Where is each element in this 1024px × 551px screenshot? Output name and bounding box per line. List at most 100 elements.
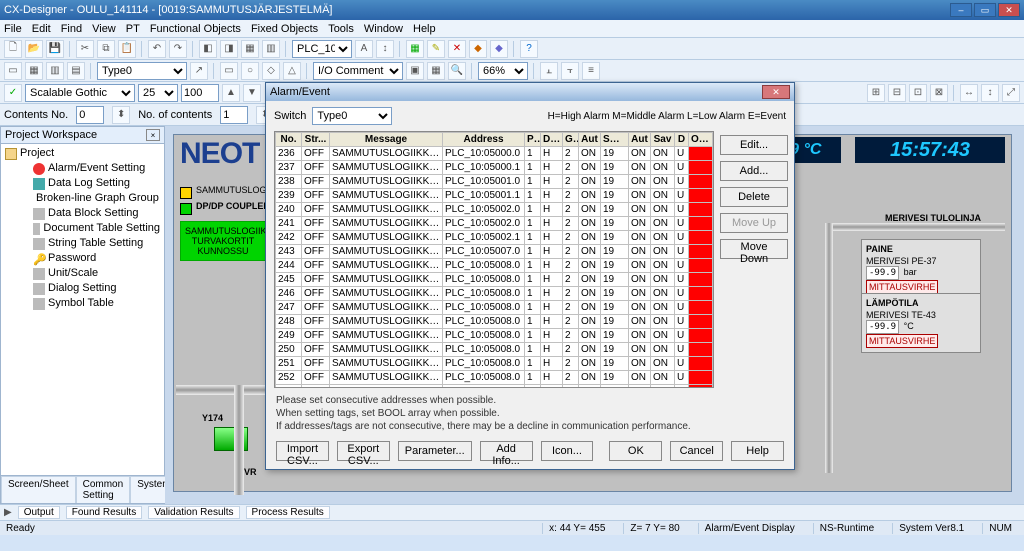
tb-help-icon[interactable]: ? (520, 40, 538, 58)
table-row[interactable]: 239OFFSAMMUTUSLOGIIKKA, HÄIRIÖ Y173PLC_1… (276, 189, 713, 203)
tree-symbol[interactable]: Symbol Table (33, 296, 160, 311)
tb-rect-icon[interactable]: ▭ (4, 62, 22, 80)
table-row[interactable]: 243OFFSAMMUTUSLOGIIKKA, TURVAKORTILLA VI… (276, 245, 713, 259)
col-header[interactable]: Aut (579, 133, 601, 147)
zoom-combo[interactable]: 66% (478, 62, 528, 80)
tab-output[interactable]: Output (18, 506, 60, 519)
col-header[interactable]: Address (443, 133, 525, 147)
iocomment-combo[interactable]: I/O Comment (313, 62, 403, 80)
tb-orange-icon[interactable]: ◆ (469, 40, 487, 58)
tb-ra2-icon[interactable]: ⊟ (888, 84, 906, 102)
alarm-table-wrap[interactable]: No.Str...MessageAddressPriDisplGrAutSwit… (274, 131, 714, 388)
tb-spin-up-icon[interactable]: ▲ (222, 84, 240, 102)
table-row[interactable]: 250OFFSAMMUTUSLOGIIKKA, KIINNIRAJA HÄIRI… (276, 343, 713, 357)
add-button[interactable]: Add... (720, 161, 788, 181)
contents-no-input[interactable] (76, 106, 104, 124)
tb-undo-icon[interactable]: ↶ (148, 40, 166, 58)
tb-spin-down-icon[interactable]: ▼ (243, 84, 261, 102)
menu-pt[interactable]: PT (126, 23, 140, 35)
table-row[interactable]: 248OFFSAMMUTUSLOGIIKKA, KIINNIRAJA HÄIRI… (276, 315, 713, 329)
help-button[interactable]: Help (731, 441, 784, 461)
tb-ra3-icon[interactable]: ⊡ (909, 84, 927, 102)
switch-combo[interactable]: Type0 (312, 107, 392, 125)
col-header[interactable]: Pri (525, 133, 541, 147)
tb-redo-icon[interactable]: ↷ (169, 40, 187, 58)
tb-ra1-icon[interactable]: ⊞ (867, 84, 885, 102)
col-header[interactable]: Message (330, 133, 443, 147)
pw-tab-common[interactable]: Common Setting (76, 476, 131, 503)
tb-purple-icon[interactable]: ◆ (490, 40, 508, 58)
tb-arrow-icon[interactable]: ↗ (190, 62, 208, 80)
addinfo-button[interactable]: Add Info... (480, 441, 533, 461)
col-header[interactable]: Displ (541, 133, 563, 147)
ok-button[interactable]: OK (609, 441, 662, 461)
table-row[interactable]: 237OFFSAMMUTUSLOGIIKKA, HÄIRIÖ Y171PLC_1… (276, 161, 713, 175)
tb-yellow-icon[interactable]: ✎ (427, 40, 445, 58)
tb-grid3-icon[interactable]: ▤ (67, 62, 85, 80)
dialog-close-button[interactable]: ✕ (762, 85, 790, 99)
table-row[interactable]: 238OFFSAMMUTUSLOGIIKKA, HÄIRIÖ Y172PLC_1… (276, 175, 713, 189)
tree-alarm-event[interactable]: Alarm/Event Setting (33, 161, 160, 176)
menu-view[interactable]: View (92, 23, 116, 35)
gridsize-input[interactable] (181, 84, 219, 102)
plc-combo[interactable]: PLC_10 (292, 40, 352, 58)
tree-doctable[interactable]: Document Table Setting (33, 221, 160, 236)
tb-copy-icon[interactable]: ⧉ (97, 40, 115, 58)
menu-tools[interactable]: Tools (328, 23, 354, 35)
menu-find[interactable]: Find (61, 23, 82, 35)
tree-datablock[interactable]: Data Block Setting (33, 206, 160, 221)
tb-save-icon[interactable]: 💾 (46, 40, 64, 58)
tb-cut-icon[interactable]: ✂ (76, 40, 94, 58)
export-csv-button[interactable]: Export CSV... (337, 441, 390, 461)
minimize-button[interactable]: – (950, 3, 972, 17)
col-header[interactable]: Aut (629, 133, 651, 147)
tree-root[interactable]: Project (5, 146, 160, 161)
tb-rb1-icon[interactable]: ↔ (960, 84, 978, 102)
menu-edit[interactable]: Edit (32, 23, 51, 35)
tb-view2-icon[interactable]: ▦ (427, 62, 445, 80)
tree-stringtable[interactable]: String Table Setting (33, 236, 160, 251)
icon-button[interactable]: Icon... (541, 441, 594, 461)
tb-grid2-icon[interactable]: ▥ (46, 62, 64, 80)
col-header[interactable]: D (675, 133, 689, 147)
moveup-button[interactable]: Move Up (720, 213, 788, 233)
tb-red-x-icon[interactable]: ✕ (448, 40, 466, 58)
menu-fixed-objects[interactable]: Fixed Objects (251, 23, 318, 35)
tb-zoom-icon[interactable]: 🔍 (448, 62, 466, 80)
table-row[interactable]: 251OFFSAMMUTUSLOGIIKKA, AUKIRAJA HÄIRIÖ … (276, 357, 713, 371)
menu-help[interactable]: Help (413, 23, 436, 35)
fontsize-combo[interactable]: 25 (138, 84, 178, 102)
table-row[interactable]: 249OFFSAMMUTUSLOGIIKKA, AUKIRAJA HÄIRIÖ … (276, 329, 713, 343)
table-row[interactable]: 253OFFSAMMUTUSLOGIIKKA, AUKIRAJA HÄIRIÖ … (276, 385, 713, 389)
tb-shape3-icon[interactable]: ◇ (262, 62, 280, 80)
col-header[interactable]: Occu (689, 133, 713, 147)
tb-align1-icon[interactable]: ⫠ (540, 62, 558, 80)
tb-ra4-icon[interactable]: ⊠ (930, 84, 948, 102)
tb-a-icon[interactable]: A (355, 40, 373, 58)
col-header[interactable]: Gr (563, 133, 579, 147)
font-combo[interactable]: Scalable Gothic (25, 84, 135, 102)
close-button[interactable]: ✕ (998, 3, 1020, 17)
table-row[interactable]: 247OFFSAMMUTUSLOGIIKKA, AUKIRAJA HÄIRIÖ … (276, 301, 713, 315)
col-header[interactable]: Str... (302, 133, 330, 147)
tb-shape2-icon[interactable]: ○ (241, 62, 259, 80)
tb-check-icon[interactable]: ✓ (4, 84, 22, 102)
tab-found[interactable]: Found Results (66, 506, 142, 519)
tb-b-icon[interactable]: ↕ (376, 40, 394, 58)
tb-view1-icon[interactable]: ▣ (406, 62, 424, 80)
tree-unitscale[interactable]: Unit/Scale (33, 266, 160, 281)
import-csv-button[interactable]: Import CSV... (276, 441, 329, 461)
type-combo[interactable]: Type0 (97, 62, 187, 80)
table-row[interactable]: 236OFFSAMMUTUSLOGIIKKA, HÄIRIÖ Y170PLC_1… (276, 147, 713, 161)
col-header[interactable]: Switc (601, 133, 629, 147)
tb-shape1-icon[interactable]: ▭ (220, 62, 238, 80)
table-row[interactable]: 252OFFSAMMUTUSLOGIIKKA, KIINNIRAJA HÄIRI… (276, 371, 713, 385)
tb-shape4-icon[interactable]: △ (283, 62, 301, 80)
table-row[interactable]: 240OFFSAMMUTUSLOGIIKKA, HÄIRIÖ Y174PLC_1… (276, 203, 713, 217)
tree-datalog[interactable]: Data Log Setting (33, 176, 160, 191)
edit-button[interactable]: Edit... (720, 135, 788, 155)
tb-align2-icon[interactable]: ⫟ (561, 62, 579, 80)
tb-misc3-icon[interactable]: ▦ (241, 40, 259, 58)
tree-password[interactable]: 🔑Password (33, 251, 160, 266)
table-row[interactable]: 241OFFSAMMUTUSLOGIIKKA, RKK05 OHJAUSJÄNP… (276, 217, 713, 231)
